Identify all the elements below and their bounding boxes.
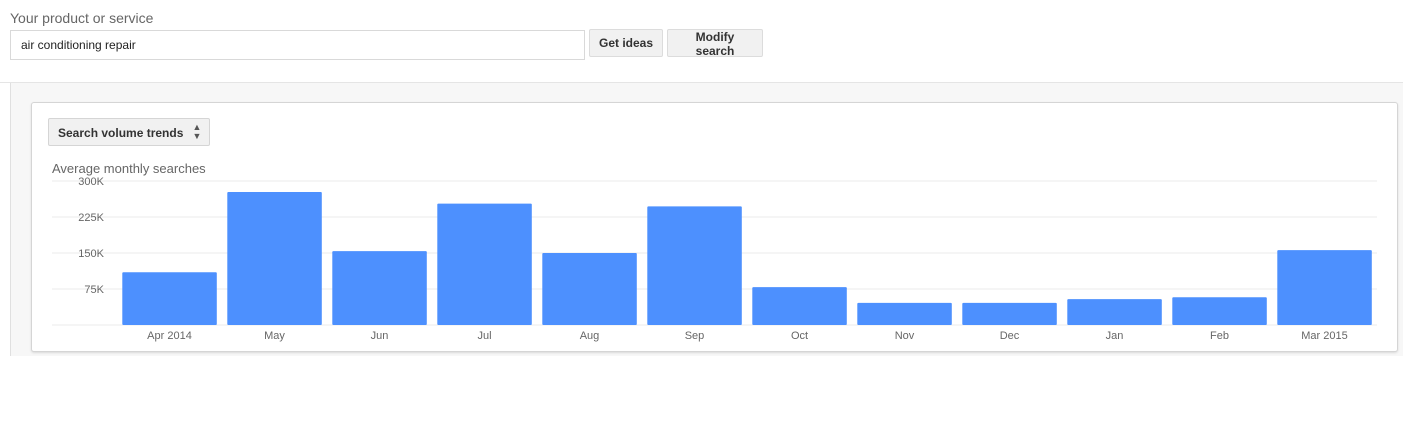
modify-search-button[interactable]: Modify search (667, 29, 763, 58)
x-tick-label: Feb (1210, 330, 1229, 342)
bar (227, 192, 322, 325)
bar (647, 206, 742, 325)
bar (437, 203, 532, 325)
search-volume-chart: 75K 150K 225K 300K Apr 2014 May Jun Jul Aug Sep Oc… (52, 176, 1377, 342)
x-tick-label: Nov (895, 330, 915, 342)
x-tick-label: Apr 2014 (147, 330, 192, 342)
x-tick-label: May (264, 330, 285, 342)
bar (857, 302, 952, 325)
x-tick-label: Jan (1106, 330, 1124, 342)
x-tick-label: Jun (371, 330, 389, 342)
get-ideas-button[interactable]: Get ideas (589, 29, 663, 57)
x-tick-label: Jul (477, 330, 491, 342)
bar (1172, 297, 1267, 325)
x-tick-label: Aug (580, 330, 600, 342)
y-tick-label: 150K (78, 248, 104, 260)
search-header: Your product or service Get ideas Modify… (0, 0, 1403, 83)
bar (752, 287, 847, 325)
product-search-input[interactable] (10, 30, 585, 60)
y-tick-label: 225K (78, 212, 104, 224)
y-tick-label: 75K (84, 284, 104, 296)
bar (1067, 299, 1162, 325)
bar (332, 251, 427, 325)
chart-card: Search volume trends ▲ ▼ Average monthly … (31, 102, 1398, 352)
bar (542, 253, 637, 325)
x-tick-label: Oct (791, 330, 808, 342)
y-tick-label: 300K (78, 176, 104, 188)
x-tick-label: Dec (1000, 330, 1020, 342)
x-tick-label: Sep (685, 330, 705, 342)
bar (122, 272, 217, 325)
bar (1277, 250, 1372, 325)
x-tick-label: Mar 2015 (1301, 330, 1347, 342)
product-label: Your product or service (10, 10, 154, 26)
bar (962, 302, 1057, 325)
